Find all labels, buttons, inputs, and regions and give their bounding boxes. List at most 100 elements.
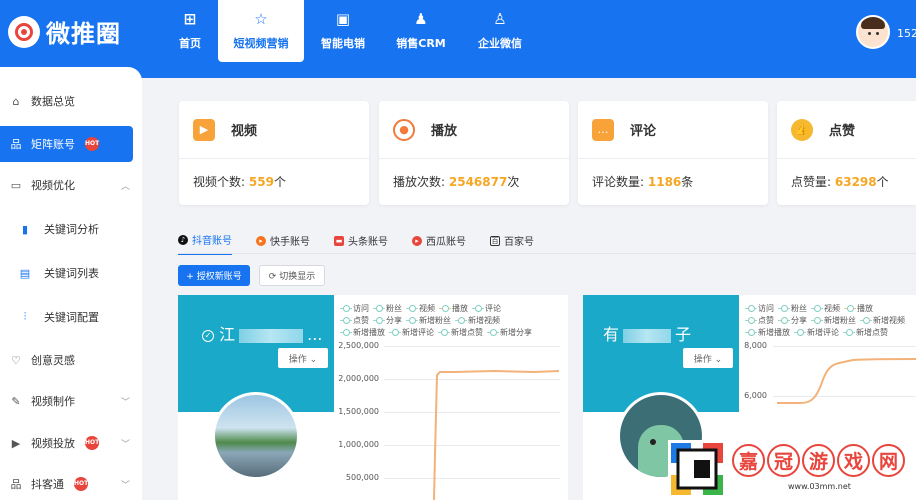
legend-item[interactable]: 分享 — [778, 315, 807, 327]
stat-card-video: ▶ 视频 视频个数: 559个 — [179, 101, 369, 205]
list-icon: ▤ — [19, 266, 31, 280]
sidebar-item-video-production[interactable]: ✎ 视频制作 ﹀ — [0, 383, 142, 419]
monitor-icon: ▭ — [10, 178, 22, 192]
stat-value: 559 — [248, 175, 274, 189]
sidebar-item-inspiration[interactable]: ♡ 创意灵感 — [0, 342, 142, 378]
nav-home-label: 首页 — [179, 36, 201, 50]
thumbs-up-icon: 👍 — [791, 118, 813, 141]
stat-label: 点赞量: — [791, 175, 832, 189]
legend-item[interactable]: 访问 — [340, 303, 369, 315]
nav-smart-call[interactable]: ▣ 智能电销 — [312, 0, 374, 62]
legend-item[interactable]: 新增视频 — [455, 315, 500, 327]
bar-chart-icon: ▮ — [21, 222, 29, 236]
account-avatar[interactable] — [212, 392, 300, 480]
legend-item[interactable]: 访问 — [745, 303, 774, 315]
tab-baijiahao[interactable]: 百 百家号 — [490, 232, 534, 255]
sidebar-item-label: 数据总览 — [31, 95, 75, 108]
nav-short-video[interactable]: ☆ 短视频营销 — [218, 0, 304, 62]
account-actions-dropdown[interactable]: 操作 ⌄ — [683, 348, 733, 368]
sidebar-item-video-ads[interactable]: ▶ 视频投放 HOT ﹀ — [0, 425, 142, 461]
stat-body: 点赞量: 63298个 — [777, 159, 916, 204]
tab-kuaishou[interactable]: ▸ 快手账号 — [256, 232, 310, 255]
grid-icon: ⊞ — [183, 9, 197, 28]
sidebar-item-overview[interactable]: ⌂ 数据总览 — [0, 83, 142, 119]
legend-label: 视频 — [824, 304, 840, 313]
comment-icon: … — [592, 118, 614, 141]
legend-item[interactable]: 点赞 — [745, 315, 774, 327]
legend-item[interactable]: 点赞 — [340, 315, 369, 327]
authorize-account-button[interactable]: + 授权新账号 — [178, 265, 250, 286]
legend-item[interactable]: 播放 — [439, 303, 468, 315]
legend-label: 新增视频 — [468, 316, 500, 325]
sidebar-item-douke[interactable]: 品 抖客通 HOT ﹀ — [0, 466, 142, 500]
y-tick-label: 1,500,000 — [338, 407, 379, 416]
legend-item[interactable]: 粉丝 — [778, 303, 807, 315]
legend-item[interactable]: 新增播放 — [340, 327, 385, 339]
robot-icon: ▣ — [335, 9, 351, 28]
switch-view-button[interactable]: ⟳ 切换显示 — [259, 265, 325, 286]
users-icon: ♟ — [414, 9, 428, 28]
tab-toutiao[interactable]: ▬ 头条账号 — [334, 232, 388, 255]
tabs-divider — [178, 253, 916, 254]
sidebar-item-label: 视频投放 — [31, 437, 75, 450]
legend-item[interactable]: 分享 — [373, 315, 402, 327]
legend-marker — [745, 317, 757, 324]
edit-icon: ✎ — [11, 394, 21, 408]
account-actions-dropdown[interactable]: 操作 ⌄ — [278, 348, 328, 368]
user-avatar[interactable] — [856, 15, 890, 49]
legend-marker — [373, 317, 385, 324]
sidebar-item-keyword-list[interactable]: ▤ 关键词列表 — [0, 255, 142, 291]
stat-unit: 次 — [507, 175, 520, 189]
stat-title: 评论 — [630, 124, 657, 139]
legend-item[interactable]: 播放 — [844, 303, 873, 315]
legend-label: 评论 — [485, 304, 501, 313]
sidebar-item-keyword-config[interactable]: ⫶ 关键词配置 — [0, 299, 142, 335]
legend-label: 粉丝 — [791, 304, 807, 313]
legend-item[interactable]: 新增粉丝 — [811, 315, 856, 327]
legend-item[interactable]: 粉丝 — [373, 303, 402, 315]
sidebar-item-matrix-account[interactable]: 品 矩阵账号 HOT — [0, 126, 133, 162]
legend-item[interactable]: 视频 — [811, 303, 840, 315]
legend-label: 新增粉丝 — [824, 316, 856, 325]
stat-card-header: ▶ 视频 — [179, 101, 369, 159]
nav-short-video-label: 短视频营销 — [233, 36, 289, 50]
sidebar-item-keyword-analysis[interactable]: ▮ 关键词分析 — [0, 211, 142, 247]
bulb-icon: ♡ — [11, 353, 21, 367]
legend-marker — [778, 317, 790, 324]
y-tick-label: 500,000 — [345, 473, 379, 482]
tab-xigua[interactable]: ▸ 西瓜账号 — [412, 232, 466, 255]
legend-marker — [745, 329, 757, 336]
sidebar-item-video-optimize[interactable]: ▭ 视频优化 ︿ — [0, 167, 142, 203]
y-tick-label: 2,500,000 — [338, 341, 379, 350]
stat-value: 63298 — [834, 175, 877, 189]
sidebar-item-label: 视频制作 — [31, 395, 75, 408]
org-chart-icon: 品 — [10, 478, 22, 491]
stat-card-comment: … 评论 评论数量: 1186条 — [578, 101, 768, 205]
chart-legend: 访问 粉丝 视频 播放 评论 点赞 分享 新增粉丝 新增视频 新增播放 新增评论 新增点赞 新增分享 — [340, 303, 568, 339]
stat-card-header: … 评论 — [578, 101, 768, 159]
legend-item[interactable]: 新增视频 — [860, 315, 905, 327]
stat-unit: 条 — [681, 175, 694, 189]
sidebar-item-label: 矩阵账号 — [31, 138, 75, 151]
mascot-eye — [650, 439, 656, 445]
legend-item[interactable]: 新增粉丝 — [406, 315, 451, 327]
nav-wecom[interactable]: ♙ 企业微信 — [470, 0, 530, 62]
legend-item[interactable]: 评论 — [472, 303, 501, 315]
nav-sales-crm[interactable]: ♟ 销售CRM — [390, 0, 452, 62]
watermark-char: 游 — [802, 444, 835, 477]
brand-logo[interactable]: 微推圈 — [8, 14, 121, 49]
legend-label: 点赞 — [758, 316, 774, 325]
nav-home[interactable]: ⊞ 首页 — [163, 0, 217, 62]
stat-value: 1186 — [647, 175, 682, 189]
tab-douyin[interactable]: ♪ 抖音账号 — [178, 232, 232, 255]
legend-marker — [487, 329, 499, 336]
nav-smart-call-label: 智能电销 — [321, 36, 365, 50]
legend-label: 点赞 — [353, 316, 369, 325]
legend-item[interactable]: 视频 — [406, 303, 435, 315]
watermark-char: 网 — [872, 444, 905, 477]
chevron-up-icon: ︿ — [120, 181, 130, 192]
nav-sales-crm-label: 销售CRM — [396, 36, 446, 50]
legend-marker — [373, 305, 385, 312]
stat-title: 视频 — [231, 124, 258, 139]
stat-card-header: ● 播放 — [379, 101, 569, 159]
